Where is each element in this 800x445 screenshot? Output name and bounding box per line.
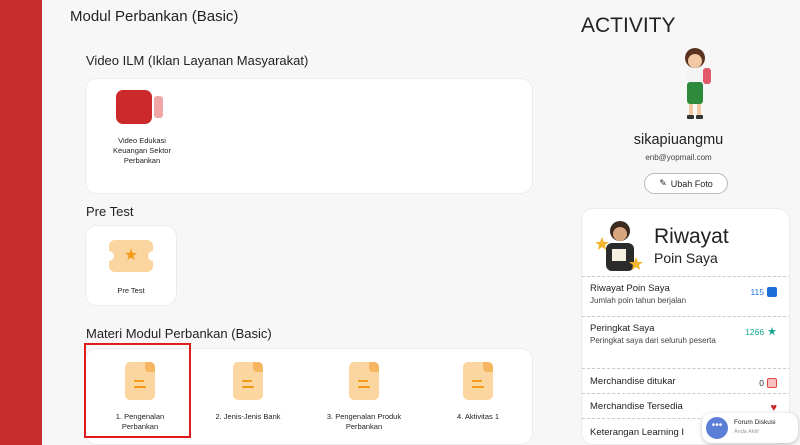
forum-title: Forum Diskusi <box>734 419 776 426</box>
row-value: 1266 <box>745 326 765 337</box>
materi-item-label: 3. Pengenalan Produk Perbankan <box>326 412 402 431</box>
change-photo-label: Ubah Foto <box>670 178 713 189</box>
pretest-item-label: Pre Test <box>117 286 145 295</box>
row-label: Riwayat Poin Saya <box>590 283 670 294</box>
document-icon <box>349 362 379 400</box>
points-card: Riwayat Poin Saya Riwayat Poin Saya Juml… <box>581 208 790 445</box>
star-ticket-icon: ★ <box>104 240 158 272</box>
pencil-icon: ✎ <box>659 178 667 188</box>
change-photo-button[interactable]: ✎ Ubah Foto <box>644 173 728 194</box>
section-title-video: Video ILM (Iklan Layanan Masyarakat) <box>86 53 309 68</box>
section-title-pretest: Pre Test <box>86 204 134 219</box>
row-value: 115 <box>750 287 764 297</box>
username: sikapiuangmu <box>633 132 724 148</box>
section-title-materi: Materi Modul Perbankan (Basic) <box>86 326 272 341</box>
trophy-icon: ★ <box>767 326 777 338</box>
video-camera-icon <box>116 90 168 126</box>
user-email: enb@yopmail.com <box>645 153 712 162</box>
points-row-rank[interactable]: Peringkat Saya Peringkat saya dari selur… <box>582 316 789 368</box>
activity-title: ACTIVITY <box>581 14 676 37</box>
document-icon <box>463 362 493 400</box>
materi-item-4[interactable]: 4. Aktivitas 1 <box>436 356 520 436</box>
row-label: Merchandise Tersedia <box>590 401 683 412</box>
materi-item-label: 4. Aktivitas 1 <box>456 412 500 421</box>
left-brand-strip <box>0 0 42 445</box>
materi-item-label: 2. Jenis-Jenis Bank <box>215 412 281 421</box>
forum-subtitle: Anda Aktif <box>734 429 759 435</box>
row-label: Merchandise ditukar <box>590 376 676 387</box>
materi-item-2[interactable]: 2. Jenis-Jenis Bank <box>206 356 290 436</box>
points-title: Riwayat <box>654 225 729 248</box>
row-label: Peringkat Saya <box>590 323 655 334</box>
row-value: 0 <box>759 378 764 388</box>
row-description: Jumlah poin tahun berjalan <box>590 296 687 305</box>
materi-item-3[interactable]: 3. Pengenalan Produk Perbankan <box>314 356 414 436</box>
row-label: Keterangan Learning I <box>590 427 685 438</box>
row-description: Peringkat saya dari seluruh peserta <box>590 336 716 345</box>
points-row-merch-redeemed[interactable]: Merchandise ditukar 0 <box>582 368 789 393</box>
points-row-history[interactable]: Riwayat Poin Saya Jumlah poin tahun berj… <box>582 276 789 314</box>
video-item-card[interactable]: Video Edukasi Keuangan Sektor Perbankan <box>97 86 187 182</box>
gift-icon <box>767 378 777 388</box>
user-avatar <box>685 48 711 119</box>
points-illustration <box>596 221 643 271</box>
chart-icon <box>767 287 777 297</box>
forum-discussion-popup[interactable]: ••• Forum Diskusi Anda Aktif <box>702 413 798 443</box>
chat-bubble-icon: ••• <box>706 417 728 439</box>
selected-item-highlight <box>84 343 191 438</box>
pretest-item-card[interactable]: ★ Pre Test <box>85 225 177 306</box>
module-title: Modul Perbankan (Basic) <box>70 8 239 25</box>
document-icon <box>233 362 263 400</box>
video-item-label: Video Edukasi Keuangan Sektor Perbankan <box>113 136 171 165</box>
points-subtitle: Poin Saya <box>654 250 718 266</box>
